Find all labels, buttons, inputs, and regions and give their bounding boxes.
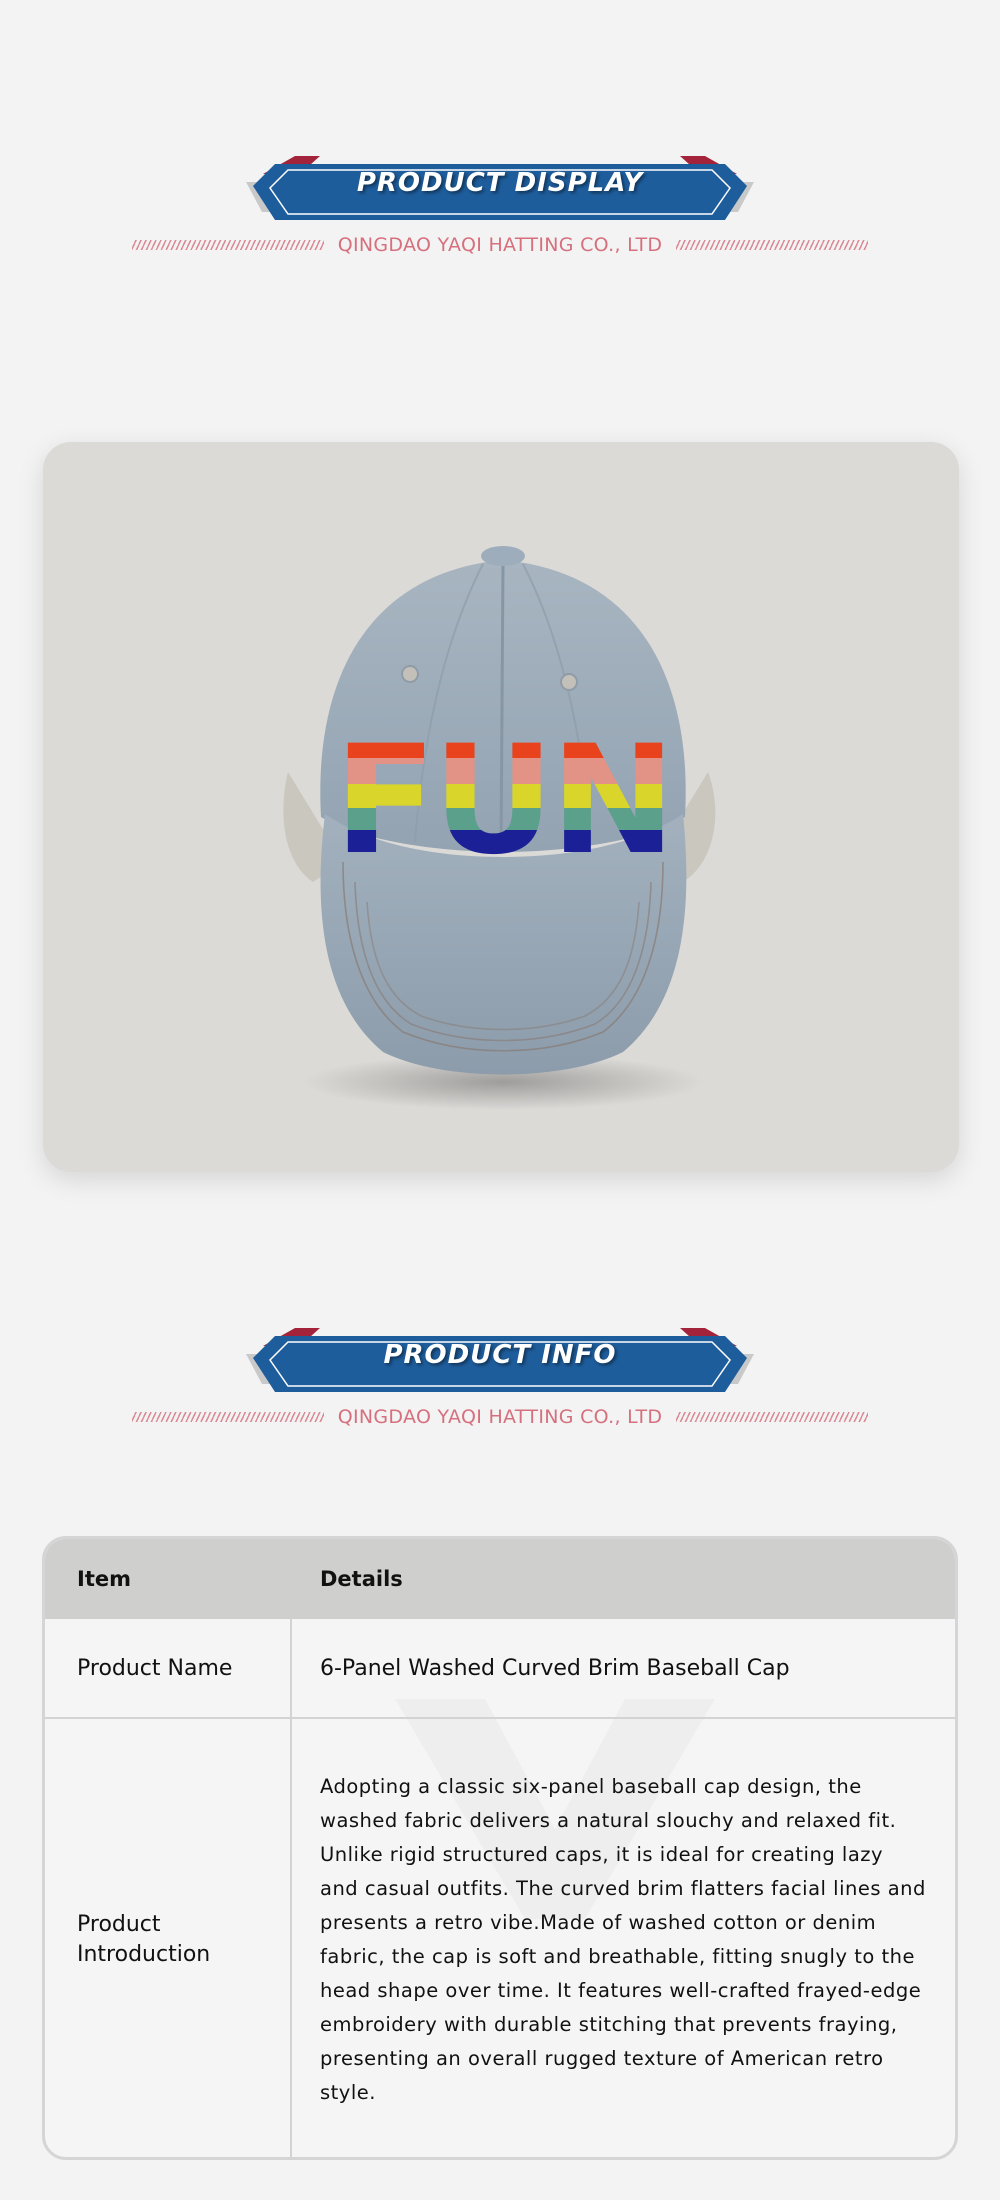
baseball-cap-illustration: FUN: [283, 546, 716, 1110]
table-header-row: Item Details: [45, 1539, 955, 1619]
row-item-label: Product Name: [77, 1655, 233, 1681]
product-photo: FUN: [43, 442, 959, 1172]
header-item: Item: [77, 1567, 131, 1591]
row-details-value: 6-Panel Washed Curved Brim Baseball Cap: [320, 1655, 790, 1681]
company-name: QINGDAO YAQI HATTING CO., LTD: [337, 234, 663, 256]
company-name: QINGDAO YAQI HATTING CO., LTD: [337, 1406, 663, 1428]
product-info-table: Item Details Product Name 6-Panel Washed…: [42, 1536, 958, 2160]
hatch-decoration-left: [131, 240, 324, 250]
product-page: PRODUCT DISPLAY QINGDAO YAQI HATTING CO.…: [0, 0, 1000, 2200]
section-title: PRODUCT DISPLAY: [356, 168, 644, 198]
hatch-decoration-left: [131, 1412, 324, 1422]
hatch-decoration-right: [676, 1412, 869, 1422]
hatch-decoration-right: [676, 240, 869, 250]
section-title: PRODUCT INFO: [383, 1340, 617, 1370]
product-info-banner: PRODUCT INFO QINGDAO YAQI HATTING CO., L…: [0, 1322, 1000, 1462]
table-row: Product Introduction Adopting a classic …: [45, 1719, 955, 2157]
header-details: Details: [320, 1567, 403, 1591]
product-display-banner: PRODUCT DISPLAY QINGDAO YAQI HATTING CO.…: [0, 150, 1000, 290]
row-details-value: Adopting a classic six-panel baseball ca…: [320, 1774, 926, 2104]
table-row: Product Name 6-Panel Washed Curved Brim …: [45, 1619, 955, 1719]
row-item-label: Product Introduction: [77, 1911, 211, 1967]
company-tagline: QINGDAO YAQI HATTING CO., LTD: [0, 230, 1000, 260]
company-tagline: QINGDAO YAQI HATTING CO., LTD: [0, 1402, 1000, 1432]
